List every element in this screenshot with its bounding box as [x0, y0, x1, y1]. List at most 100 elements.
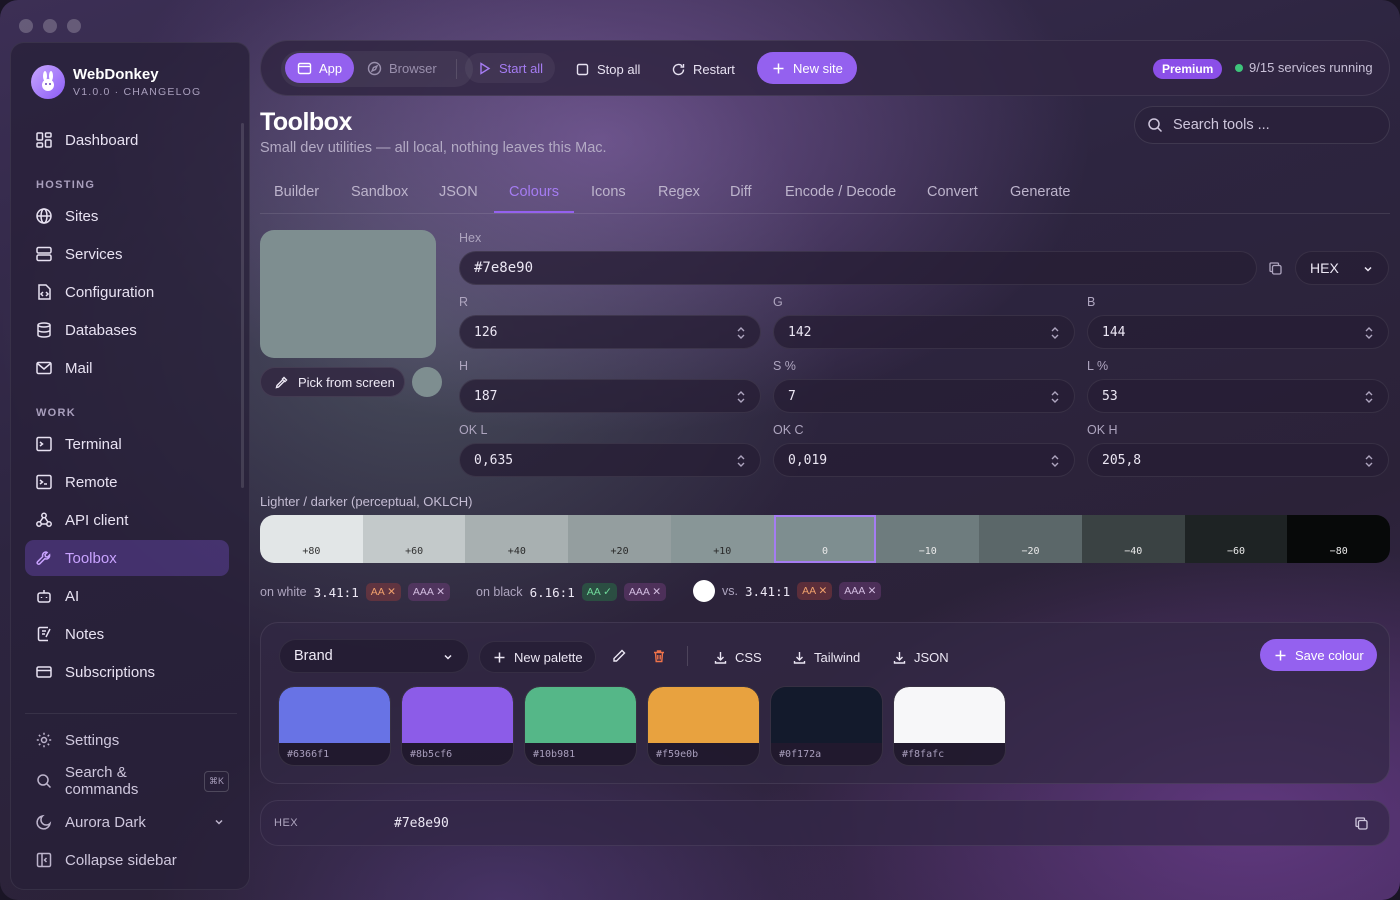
minimize-window-button[interactable] — [43, 19, 57, 33]
ramp-swatch[interactable]: −60 — [1184, 515, 1288, 563]
okl-input[interactable]: 0,635 — [459, 443, 761, 477]
r-input[interactable]: 126 — [459, 315, 761, 349]
ramp-swatch[interactable]: +40 — [465, 515, 569, 563]
sidebar-item-databases[interactable]: Databases — [25, 312, 229, 348]
palette-swatch[interactable]: #8b5cf6 — [401, 686, 514, 766]
colour-preview-swatch[interactable] — [260, 230, 436, 358]
tab-colours[interactable]: Colours — [509, 184, 559, 200]
tab-convert[interactable]: Convert — [927, 184, 978, 200]
stop-all-button[interactable]: Stop all — [563, 53, 652, 85]
okc-input[interactable]: 0,019 — [773, 443, 1075, 477]
ramp-swatch[interactable]: −40 — [1081, 515, 1185, 563]
ramp-swatch[interactable]: +80 — [260, 515, 363, 563]
sidebar-item-services[interactable]: Services — [25, 236, 229, 272]
sidebar-item-terminal[interactable]: Terminal — [25, 426, 229, 462]
stepper-icon[interactable] — [1050, 325, 1060, 341]
s-input[interactable]: 7 — [773, 379, 1075, 413]
tab-diff[interactable]: Diff — [730, 184, 752, 200]
zoom-window-button[interactable] — [67, 19, 81, 33]
output-value[interactable]: #7e8e90 — [394, 816, 449, 831]
version-changelog-link[interactable]: V1.0.0 · CHANGELOG — [73, 86, 201, 98]
tab-regex[interactable]: Regex — [658, 184, 700, 200]
view-app-button[interactable]: App — [285, 53, 355, 83]
tab-json[interactable]: JSON — [439, 184, 478, 200]
sidebar-item-configuration[interactable]: Configuration — [25, 274, 229, 310]
export-css-button[interactable]: CSS — [701, 641, 774, 673]
start-all-button[interactable]: Start all — [465, 53, 556, 83]
ramp-swatch[interactable]: +20 — [568, 515, 671, 563]
palette-swatch[interactable]: #f8fafc — [893, 686, 1006, 766]
ramp-swatch[interactable]: +10 — [670, 515, 774, 563]
palette-swatch[interactable]: #10b981 — [524, 686, 637, 766]
search-tools-input[interactable]: Search tools ... — [1134, 106, 1390, 144]
ramp-swatch[interactable]: −20 — [979, 515, 1082, 563]
h-input[interactable]: 187 — [459, 379, 761, 413]
close-window-button[interactable] — [19, 19, 33, 33]
trash-icon[interactable] — [651, 648, 667, 664]
compare-colour-swatch[interactable] — [693, 580, 715, 602]
hex-input[interactable]: #7e8e90 — [459, 251, 1257, 285]
b-input[interactable]: 144 — [1087, 315, 1389, 349]
ramp-swatch-label: −10 — [918, 546, 937, 557]
stepper-icon[interactable] — [1364, 325, 1374, 341]
sidebar-item-sites[interactable]: Sites — [25, 198, 229, 234]
copy-icon[interactable] — [1268, 261, 1283, 276]
ramp-swatch[interactable]: −10 — [876, 515, 980, 563]
pencil-icon[interactable] — [611, 648, 627, 664]
okh-input[interactable]: 205,8 — [1087, 443, 1389, 477]
stepper-icon[interactable] — [736, 389, 746, 405]
ramp-swatch[interactable]: 0 — [773, 515, 877, 563]
tab-icons[interactable]: Icons — [591, 184, 626, 200]
palette-select[interactable]: Brand — [279, 639, 469, 673]
palette-swatch[interactable]: #f59e0b — [647, 686, 760, 766]
collapse-sidebar-button[interactable]: Collapse sidebar — [25, 842, 229, 878]
g-input[interactable]: 142 — [773, 315, 1075, 349]
l-input[interactable]: 53 — [1087, 379, 1389, 413]
sidebar-item-api-client[interactable]: API client — [25, 502, 229, 538]
sidebar-item-remote[interactable]: Remote — [25, 464, 229, 500]
tab-builder[interactable]: Builder — [274, 184, 319, 200]
view-browser-button[interactable]: Browser — [355, 53, 449, 83]
palette-swatch[interactable]: #6366f1 — [278, 686, 391, 766]
sidebar-item-dashboard[interactable]: Dashboard — [25, 122, 229, 158]
stepper-icon[interactable] — [1050, 453, 1060, 469]
copy-icon[interactable] — [1354, 816, 1369, 831]
colour-format-select[interactable]: HEX — [1295, 251, 1389, 285]
sidebar-item-toolbox[interactable]: Toolbox — [25, 540, 229, 576]
sidebar-item-settings[interactable]: Settings — [25, 722, 229, 758]
sidebar-item-ai[interactable]: AI — [25, 578, 229, 614]
l-value: 53 — [1102, 388, 1118, 404]
export-tailwind-button[interactable]: Tailwind — [780, 641, 872, 673]
export-json-button[interactable]: JSON — [880, 641, 961, 673]
sidebar-item-search-commands[interactable]: Search & commands ⌘K — [25, 763, 229, 799]
stepper-icon[interactable] — [1364, 389, 1374, 405]
pick-from-screen-button[interactable]: Pick from screen — [260, 367, 405, 397]
sidebar-item-mail[interactable]: Mail — [25, 350, 229, 386]
sidebar-scrollbar[interactable] — [241, 123, 244, 488]
sidebar-item-label: Search & commands — [65, 764, 139, 798]
g-value: 142 — [788, 324, 812, 340]
stepper-icon[interactable] — [736, 453, 746, 469]
new-site-button[interactable]: New site — [757, 52, 857, 84]
tab-encode-decode[interactable]: Encode / Decode — [785, 184, 896, 200]
restart-button[interactable]: Restart — [659, 53, 747, 85]
ramp-swatch[interactable]: −80 — [1287, 515, 1390, 563]
tab-generate[interactable]: Generate — [1010, 184, 1070, 200]
brand[interactable]: WebDonkey V1.0.0 · CHANGELOG — [31, 65, 201, 99]
stepper-icon[interactable] — [1050, 389, 1060, 405]
new-palette-button[interactable]: New palette — [479, 641, 596, 673]
sidebar-item-subscriptions[interactable]: Subscriptions — [25, 654, 229, 690]
compass-icon — [367, 61, 382, 75]
sidebar-item-notes[interactable]: Notes — [25, 616, 229, 652]
tab-sandbox[interactable]: Sandbox — [351, 184, 408, 200]
stepper-icon[interactable] — [736, 325, 746, 341]
premium-badge[interactable]: Premium — [1153, 59, 1223, 79]
download-icon — [793, 651, 806, 664]
theme-selector[interactable]: Aurora Dark — [25, 804, 229, 840]
services-status[interactable]: 9/15 services running — [1235, 60, 1373, 75]
palette-swatch[interactable]: #0f172a — [770, 686, 883, 766]
stepper-icon[interactable] — [1364, 453, 1374, 469]
save-colour-button[interactable]: Save colour — [1260, 639, 1377, 671]
ramp-swatch[interactable]: +60 — [362, 515, 466, 563]
current-colour-dot — [412, 367, 442, 397]
